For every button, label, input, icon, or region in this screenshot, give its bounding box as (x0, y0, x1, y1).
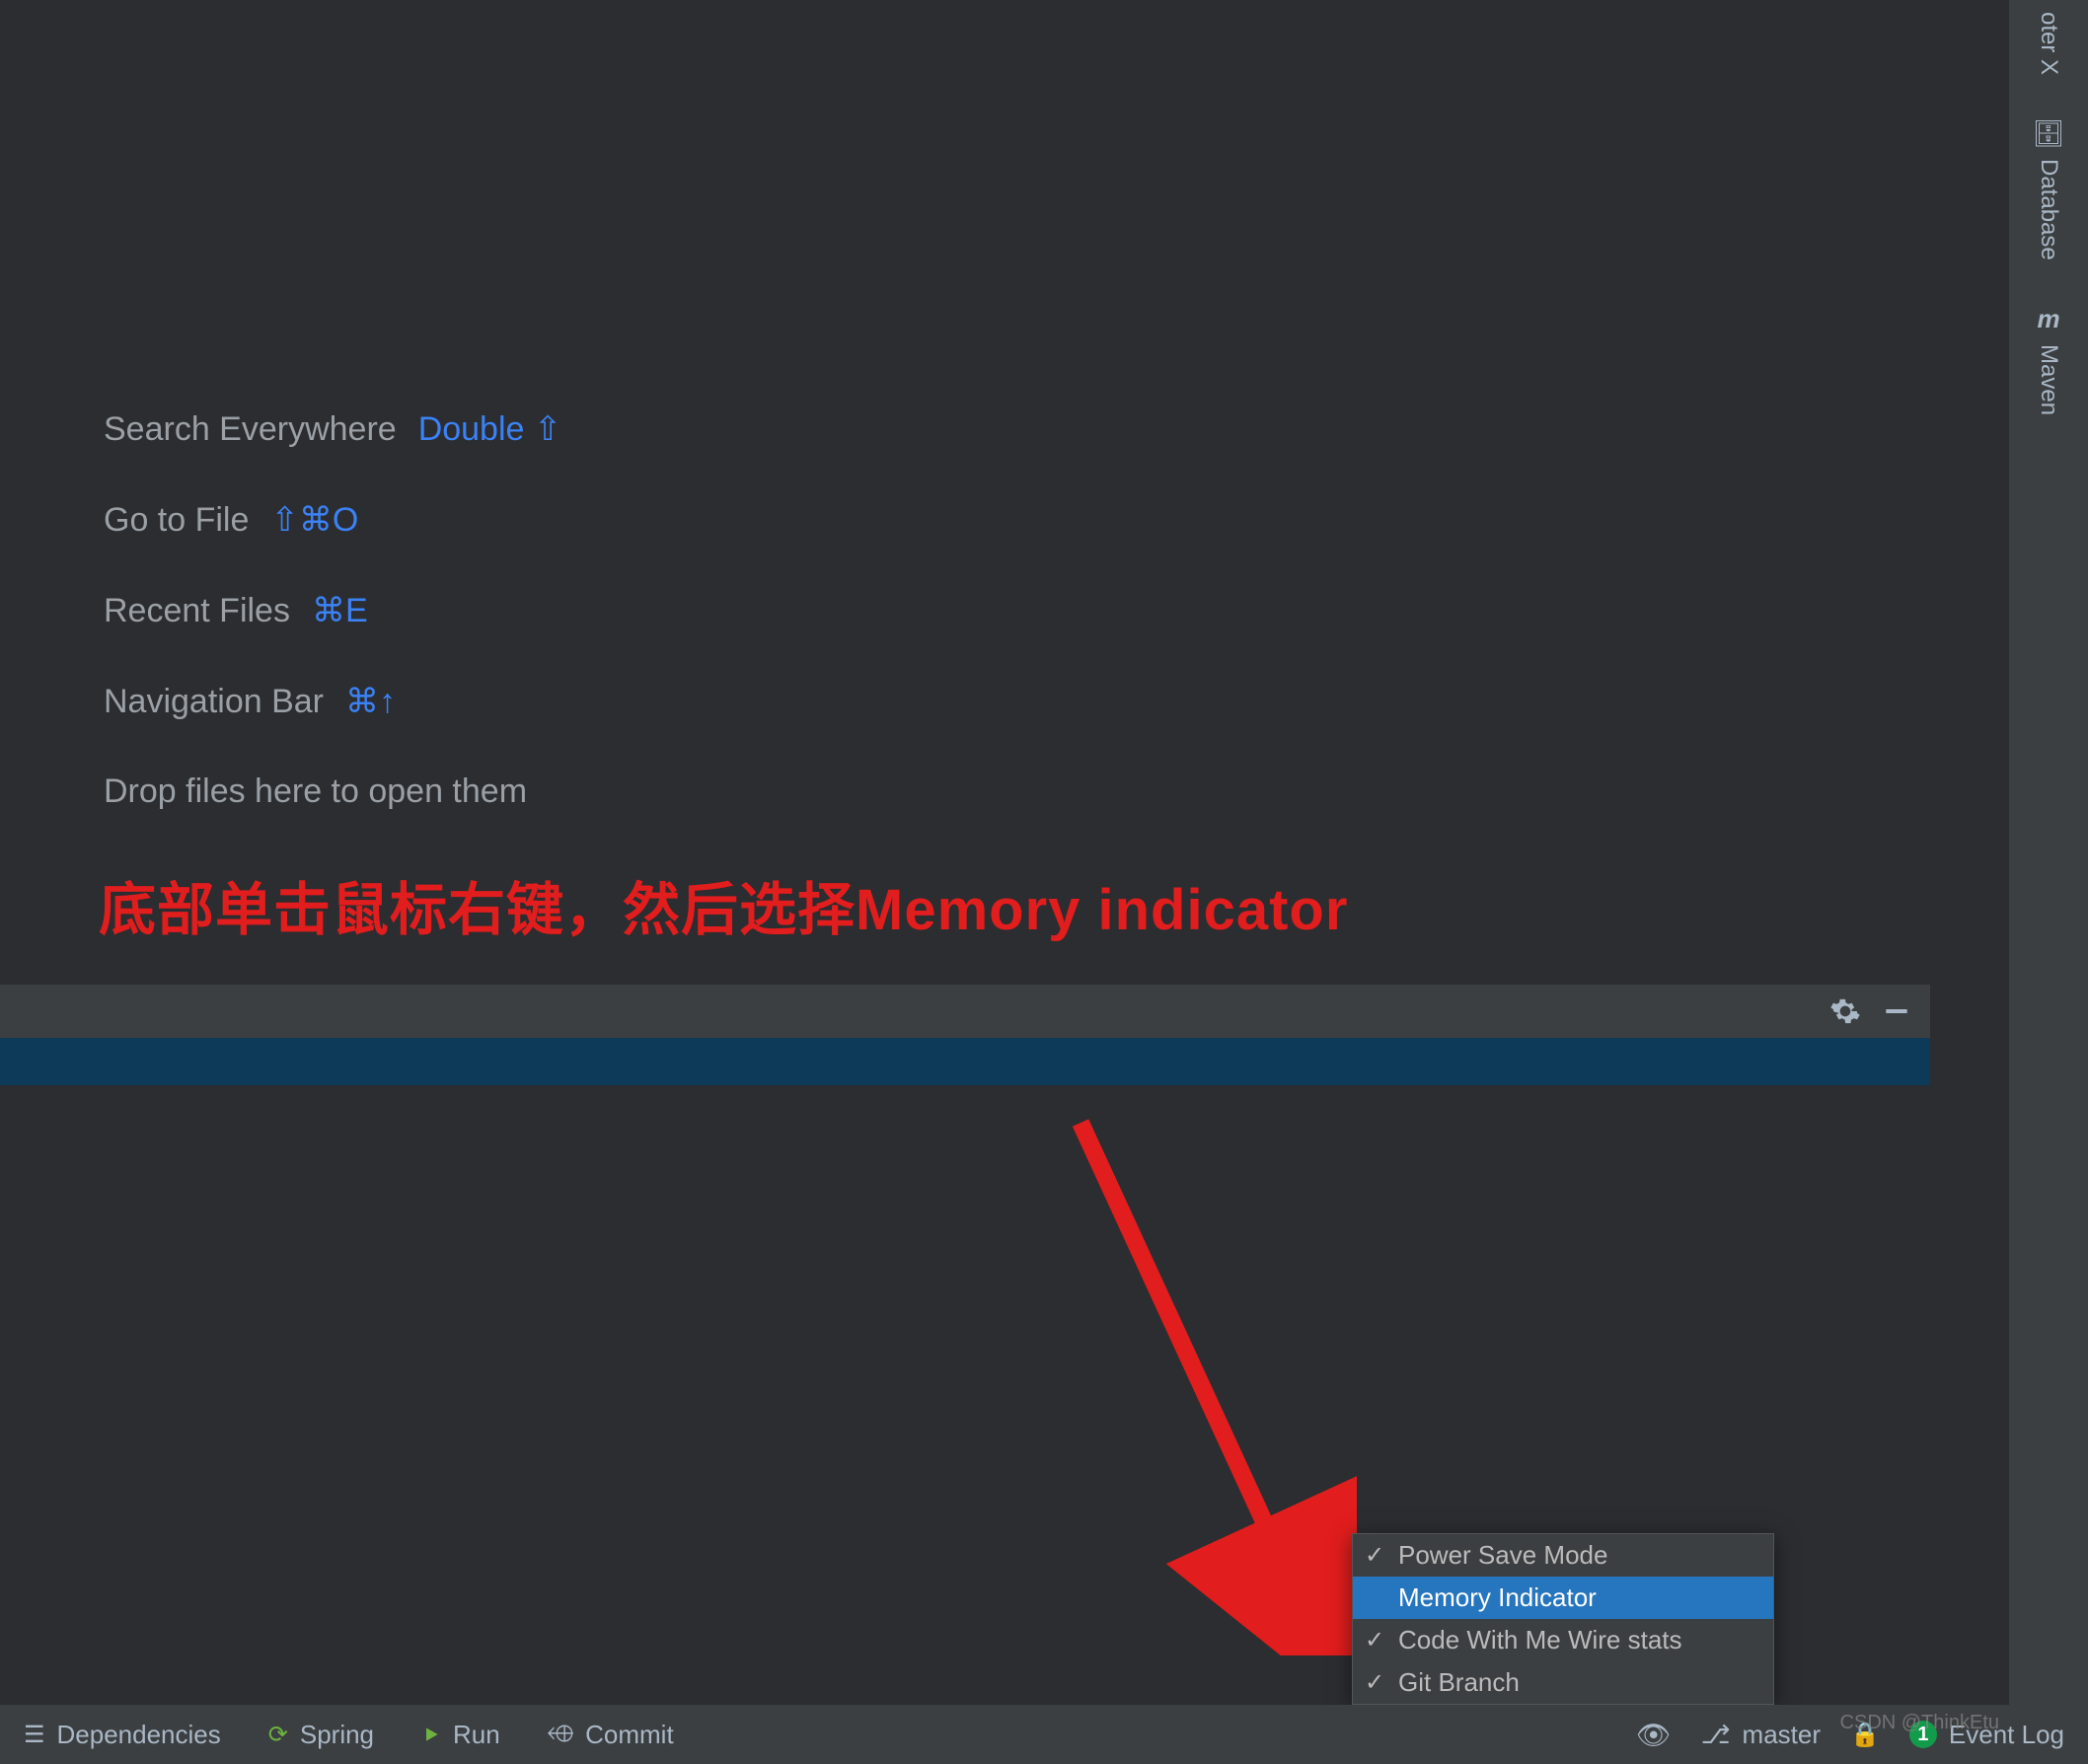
tool-window-content-strip (0, 1038, 1930, 1085)
play-icon (421, 1725, 441, 1744)
check-icon: ✓ (1365, 1626, 1398, 1654)
status-spring[interactable]: ⟳ Spring (268, 1720, 374, 1750)
sidebar-tool-database[interactable]: 🗄 Database (2032, 107, 2064, 272)
sidebar-tool-maven[interactable]: m Maven (2035, 292, 2062, 427)
hint-label: Go to File (104, 501, 249, 540)
database-icon: 🗄 (2032, 118, 2064, 149)
branch-name: master (1743, 1720, 1821, 1750)
maven-icon: m (2037, 304, 2059, 334)
layers-icon: ☰ (24, 1721, 45, 1749)
hint-drop-files: Drop files here to open them (104, 772, 561, 811)
gear-icon[interactable] (1829, 995, 1861, 1027)
menu-item-memory-indicator[interactable]: Memory Indicator (1353, 1577, 1773, 1619)
status-git-branch[interactable]: ⎇ master (1701, 1720, 1821, 1750)
inspection-eye-icon[interactable]: 👁 (1636, 1719, 1672, 1751)
sidebar-tool-label: Database (2035, 159, 2062, 260)
menu-item-git-branch[interactable]: ✓ Git Branch (1353, 1661, 1773, 1704)
hint-recent-files: Recent Files ⌘E (104, 591, 561, 630)
minimize-icon[interactable] (1881, 995, 1912, 1027)
menu-item-label: Power Save Mode (1398, 1540, 1607, 1571)
hint-goto-file: Go to File ⇧⌘O (104, 500, 561, 540)
sidebar-tool-label: oter X (2035, 12, 2062, 75)
branch-icon: ⎇ (1701, 1720, 1731, 1750)
menu-item-power-save-mode[interactable]: ✓ Power Save Mode (1353, 1534, 1773, 1577)
hint-shortcut: Double ⇧ (418, 409, 562, 449)
menu-item-code-with-me-stats[interactable]: ✓ Code With Me Wire stats (1353, 1619, 1773, 1661)
tool-window-header (0, 985, 1930, 1038)
hint-shortcut: ⌘E (312, 591, 368, 630)
sidebar-tool-label: Maven (2035, 344, 2062, 415)
status-label: Commit (585, 1720, 674, 1750)
menu-item-label: Code With Me Wire stats (1398, 1625, 1682, 1655)
status-bar[interactable]: ☰ Dependencies ⟳ Spring Run ⬲ Commit 👁 ⎇… (0, 1705, 2088, 1764)
statusbar-context-menu: ✓ Power Save Mode Memory Indicator ✓ Cod… (1352, 1533, 1774, 1705)
right-tool-sidebar: oter X 🗄 Database m Maven (2009, 0, 2088, 1705)
annotation-text: 底部单击鼠标右键，然后选择Memory indicator (99, 863, 1348, 946)
hint-label: Navigation Bar (104, 683, 324, 721)
spring-icon: ⟳ (268, 1721, 288, 1749)
status-run[interactable]: Run (421, 1720, 500, 1750)
hint-shortcut: ⌘↑ (345, 682, 396, 721)
watermark: CSDN @ThinkEtu (1840, 1712, 1999, 1734)
hint-label: Search Everywhere (104, 410, 397, 449)
commit-icon: ⬲ (548, 1721, 573, 1748)
check-icon: ✓ (1365, 1541, 1398, 1570)
hint-label: Drop files here to open them (104, 772, 527, 811)
sidebar-tool-oter[interactable]: oter X (2035, 0, 2062, 87)
hint-navigation-bar: Navigation Bar ⌘↑ (104, 682, 561, 721)
editor-empty-area[interactable]: Search Everywhere Double ⇧ Go to File ⇧⌘… (0, 0, 2009, 1764)
check-icon: ✓ (1365, 1668, 1398, 1697)
hint-label: Recent Files (104, 592, 290, 630)
status-label: Run (453, 1720, 500, 1750)
menu-item-label: Git Branch (1398, 1667, 1520, 1698)
status-bar-left: ☰ Dependencies ⟳ Spring Run ⬲ Commit (24, 1720, 674, 1750)
welcome-hints: Search Everywhere Double ⇧ Go to File ⇧⌘… (104, 409, 561, 862)
status-label: Spring (300, 1720, 374, 1750)
hint-shortcut: ⇧⌘O (270, 500, 358, 540)
menu-item-label: Memory Indicator (1398, 1582, 1597, 1613)
hint-search-everywhere: Search Everywhere Double ⇧ (104, 409, 561, 449)
status-commit[interactable]: ⬲ Commit (548, 1720, 674, 1750)
status-dependencies[interactable]: ☰ Dependencies (24, 1720, 221, 1750)
status-label: Dependencies (57, 1720, 221, 1750)
